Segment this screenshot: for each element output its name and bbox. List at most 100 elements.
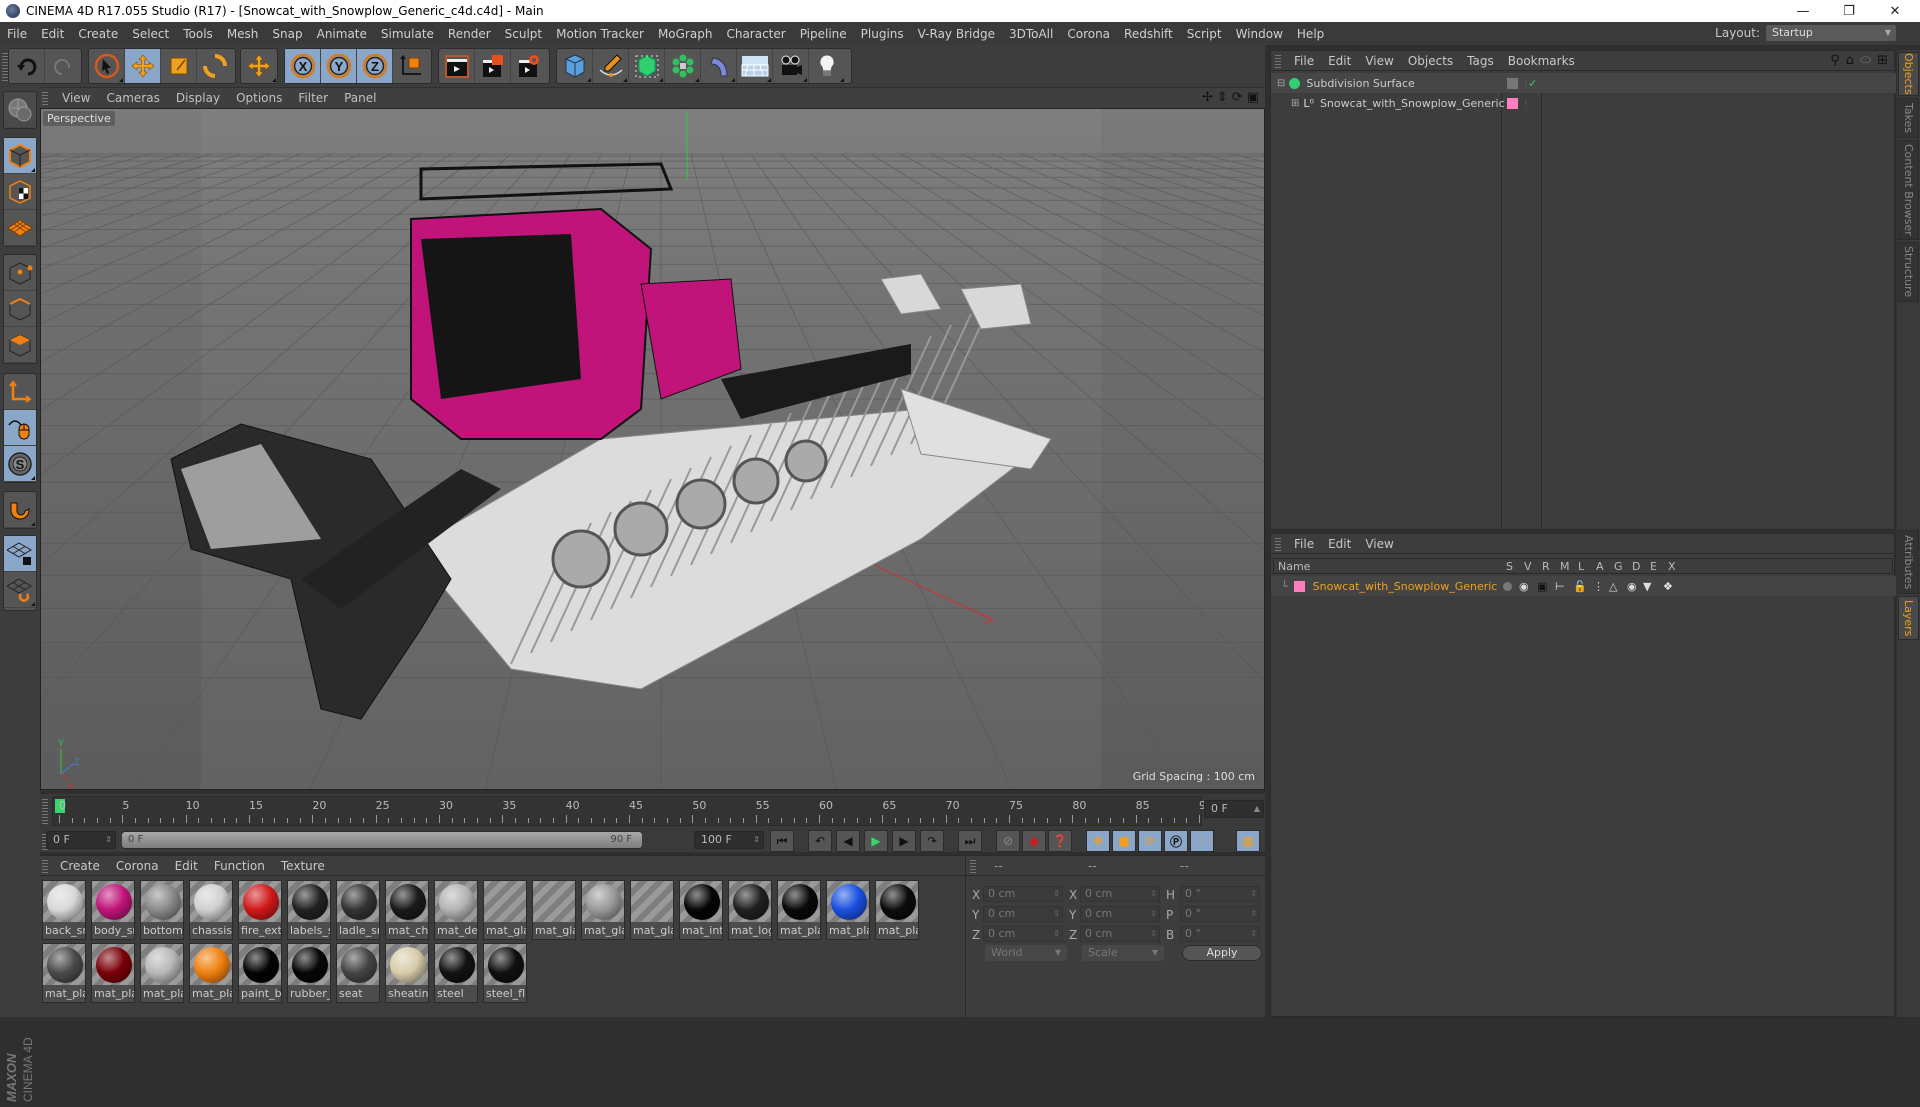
record-keyframe-button[interactable]: ⊘ [996, 830, 1020, 852]
material-swatch[interactable]: sheating [385, 943, 429, 1003]
menu-sculpt[interactable]: Sculpt [498, 27, 549, 41]
object-row[interactable]: ⊟ Subdivision Surface ⋮ ✓ [1271, 73, 1896, 93]
recent-tool-button[interactable] [241, 49, 277, 83]
menu-file[interactable]: File [0, 27, 34, 41]
locked-workplane-button[interactable] [4, 536, 36, 572]
material-grip[interactable] [42, 859, 48, 873]
viewport-menu-filter[interactable]: Filter [290, 91, 336, 105]
column-locked[interactable]: L [1578, 560, 1584, 573]
menu-edit[interactable]: Edit [34, 27, 71, 41]
texture-mode-button[interactable] [4, 174, 36, 210]
column-visible[interactable]: V [1524, 560, 1532, 573]
column-render[interactable]: R [1542, 560, 1550, 573]
viewport-menu-display[interactable]: Display [168, 91, 228, 105]
dolly-icon[interactable]: ⇕ [1217, 90, 1228, 105]
current-frame-field[interactable]: 0 F ▲ [1204, 800, 1264, 818]
end-frame-field[interactable]: 100 F ⇕ [694, 831, 764, 849]
viewport-grip[interactable] [42, 91, 48, 105]
material-swatch[interactable]: mat_dev [434, 880, 478, 940]
material-swatch[interactable]: mat_inte [679, 880, 723, 940]
collapse-icon[interactable]: ⊟ [1277, 78, 1285, 89]
camera-label[interactable]: Perspective [43, 111, 115, 126]
material-swatch[interactable]: fire_extu [238, 880, 282, 940]
render-view-button[interactable] [439, 49, 475, 83]
new-view-icon[interactable]: ⊞ [1877, 53, 1888, 68]
menu-render[interactable]: Render [441, 27, 498, 41]
live-selection-button[interactable] [89, 49, 125, 83]
menu-script[interactable]: Script [1180, 27, 1229, 41]
layer-menu-file[interactable]: File [1287, 537, 1321, 551]
preview-range-slider[interactable]: 0 F 90 F [122, 831, 642, 849]
layer-menu-view[interactable]: View [1358, 537, 1400, 551]
tab-content-browser[interactable]: Content Browser [1898, 140, 1919, 240]
next-key-button[interactable]: ↷ [920, 830, 944, 852]
preview-range-fill[interactable]: 0 F 90 F [122, 832, 642, 848]
material-swatch[interactable]: mat_gla [581, 880, 625, 940]
material-swatch[interactable]: mat_pla [777, 880, 821, 940]
maximize-view-icon[interactable]: ▣ [1247, 90, 1259, 105]
visibility-dots-icon[interactable]: ⋮ [1522, 99, 1530, 108]
frame-ruler[interactable]: 051015202530354045505560657075808590 [52, 796, 1213, 826]
search-icon[interactable]: ⚲ [1830, 53, 1840, 68]
orbit-icon[interactable]: ⟳ [1232, 90, 1243, 105]
layer-menu-edit[interactable]: Edit [1321, 537, 1358, 551]
material-menu-edit[interactable]: Edit [167, 859, 206, 873]
minimize-button[interactable]: — [1780, 0, 1826, 22]
material-swatch[interactable]: chassis_ [189, 880, 233, 940]
material-swatch[interactable]: seat [336, 943, 380, 1003]
home-icon[interactable]: ⌂ [1846, 53, 1854, 68]
light-button[interactable] [809, 49, 845, 83]
layer-row[interactable]: └ Snowcat_with_Snowplow_Generic ◉ ▣ ⊢ 🔓 … [1271, 576, 1896, 596]
pla-track-button[interactable]: ⋮⋮⋮ [1189, 830, 1216, 852]
layer-manager-grip[interactable] [1275, 537, 1281, 551]
expression-icon[interactable]: ▼ [1643, 580, 1651, 593]
apply-button[interactable]: Apply [1182, 945, 1262, 961]
tab-takes[interactable]: Takes [1898, 98, 1919, 138]
go-to-end-button[interactable]: ⏭ [958, 830, 982, 852]
viewport-menu-view[interactable]: View [54, 91, 98, 105]
points-mode-button[interactable] [4, 255, 36, 291]
object-manager-grip[interactable] [1275, 54, 1281, 68]
material-swatch[interactable]: rubber_ [287, 943, 331, 1003]
move-button[interactable] [125, 49, 161, 83]
material-swatch[interactable]: steel_flu [483, 943, 527, 1003]
keyframe-selection-button[interactable]: ❓ [1048, 830, 1072, 852]
previous-key-button[interactable]: ↶ [808, 830, 832, 852]
rotation-p-field[interactable]: 0 ° ⇕ [1180, 906, 1260, 922]
workplane-mode-button[interactable] [4, 210, 36, 246]
position-z-field[interactable]: 0 cm ⇕ [983, 926, 1063, 942]
menu-pipeline[interactable]: Pipeline [793, 27, 854, 41]
object-name[interactable]: Snowcat_with_Snowplow_Generic [1320, 97, 1505, 110]
rotate-button[interactable] [197, 49, 233, 83]
auto-keyframe-button[interactable]: ◉ [1022, 830, 1046, 852]
menu-vray-bridge[interactable]: V-Ray Bridge [911, 27, 1002, 41]
material-swatch[interactable]: labels_s [287, 880, 331, 940]
editor-render-toggle-icon[interactable] [1507, 77, 1518, 89]
viewport-menu-panel[interactable]: Panel [336, 91, 384, 105]
menu-character[interactable]: Character [719, 27, 792, 41]
solo-mode-button[interactable]: S [4, 446, 36, 482]
pan-icon[interactable]: ✢ [1202, 90, 1213, 105]
axis-mode-button[interactable] [4, 374, 36, 410]
visible-eye-icon[interactable]: ◉ [1519, 580, 1529, 593]
start-frame-field[interactable]: 0 F ⇕ [46, 831, 116, 849]
z-axis-lock-button[interactable]: Z [357, 49, 393, 83]
timeline-grip[interactable] [42, 798, 48, 824]
go-to-start-button[interactable]: ⏮ [770, 830, 794, 852]
menu-help[interactable]: Help [1290, 27, 1331, 41]
tab-objects[interactable]: Objects [1898, 52, 1919, 96]
animation-film-icon[interactable]: ⋮ [1593, 580, 1604, 593]
tab-structure[interactable]: Structure [1898, 242, 1919, 302]
manager-tree-icon[interactable]: ⊢ [1555, 580, 1565, 593]
menu-snap[interactable]: Snap [265, 27, 309, 41]
menu-create[interactable]: Create [71, 27, 125, 41]
object-row[interactable]: ⊞ L⁰ Snowcat_with_Snowplow_Generic ⋮ [1271, 93, 1896, 113]
camera-button[interactable] [773, 49, 809, 83]
material-swatch[interactable]: steel [434, 943, 478, 1003]
tweak-mode-button[interactable] [4, 410, 36, 446]
material-swatch[interactable]: paint_bl [238, 943, 282, 1003]
cube-button[interactable] [557, 49, 593, 83]
material-swatch[interactable]: mat_log [728, 880, 772, 940]
material-menu-texture[interactable]: Texture [273, 859, 333, 873]
coordinates-grip[interactable] [970, 859, 976, 873]
